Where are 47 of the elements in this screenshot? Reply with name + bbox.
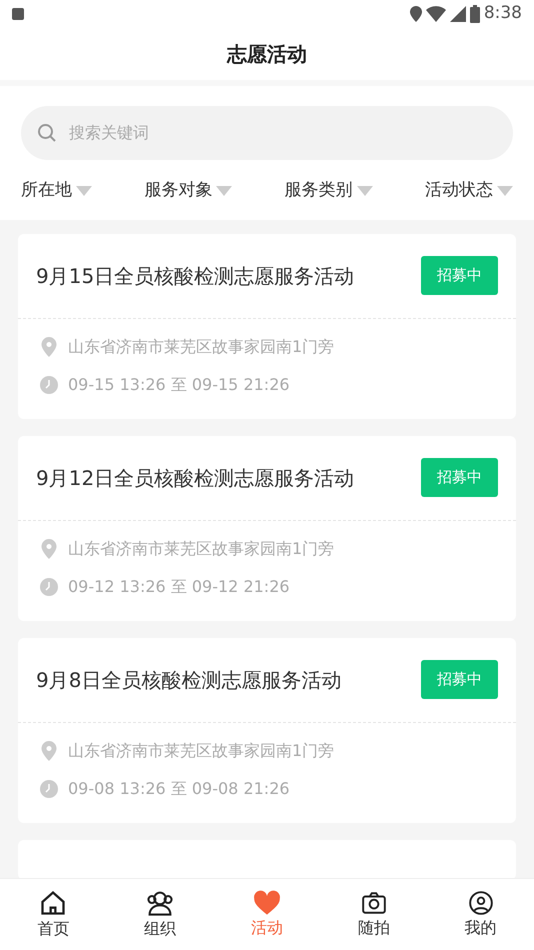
caret-icon xyxy=(496,186,513,196)
caret-icon xyxy=(356,186,373,196)
user-icon xyxy=(466,890,495,916)
heart-icon xyxy=(252,890,281,916)
clock-icon xyxy=(40,780,58,798)
nav-tab[interactable]: 首页 xyxy=(37,888,70,940)
people-icon xyxy=(145,888,176,916)
status-badge: 招募中 xyxy=(421,256,498,295)
activity-card[interactable]: 9月15日全员核酸检测志愿服务活动 招募中 山东省济南市莱芜区故事家园南1门旁 09-15 13:26 至 09-15 21:26 xyxy=(18,234,516,418)
camera-icon xyxy=(360,890,388,916)
signal-icon xyxy=(450,6,466,22)
caret-icon xyxy=(76,186,92,196)
status-badge: 招募中 xyxy=(421,458,498,497)
activity-time: 09-15 13:26 至 09-15 21:26 xyxy=(68,374,290,396)
wifi-icon xyxy=(426,6,446,22)
caret-icon xyxy=(216,186,232,196)
filter-dropdown[interactable]: 服务对象 xyxy=(144,178,232,204)
page-title: 志愿活动 xyxy=(227,41,307,68)
location-pin-icon xyxy=(40,336,58,356)
filter-dropdown[interactable]: 服务类别 xyxy=(284,178,373,204)
status-badge: 招募中 xyxy=(421,660,498,699)
location-pin-icon xyxy=(40,538,58,558)
search-field[interactable]: 搜索关键词 xyxy=(69,121,497,145)
nav-tab[interactable]: 随拍 xyxy=(358,890,390,940)
filter-dropdown[interactable]: 所在地 xyxy=(21,178,92,204)
activity-title: 9月8日全员核酸检测志愿服务活动 xyxy=(36,666,342,694)
location-pin-icon xyxy=(40,740,58,760)
clock-icon xyxy=(40,376,58,394)
status-time: 8:38 xyxy=(484,2,522,26)
battery-icon xyxy=(470,5,480,23)
nav-tab[interactable]: 我的 xyxy=(464,890,497,940)
search-icon xyxy=(37,123,57,143)
activity-card[interactable]: 9月8日全员核酸检测志愿服务活动 招募中 山东省济南市莱芜区故事家园南1门旁 09-08 13:26 至 09-08 21:26 xyxy=(18,638,516,822)
clock-icon xyxy=(40,578,58,596)
activity-location: 山东省济南市莱芜区故事家园南1门旁 xyxy=(68,538,334,560)
location-icon xyxy=(410,6,422,22)
activity-location: 山东省济南市莱芜区故事家园南1门旁 xyxy=(68,740,334,762)
nav-tab[interactable]: 组织 xyxy=(144,888,176,940)
activity-time: 09-08 13:26 至 09-08 21:26 xyxy=(68,778,290,800)
activity-card[interactable]: 9月12日全员核酸检测志愿服务活动 招募中 山东省济南市莱芜区故事家园南1门旁 09-12 13:26 至 09-12 21:26 xyxy=(18,436,516,620)
search-bar[interactable]: 搜索关键词 xyxy=(21,106,513,160)
activity-title: 9月12日全员核酸检测志愿服务活动 xyxy=(36,464,354,492)
filter-dropdown[interactable]: 活动状态 xyxy=(424,178,513,204)
activity-location: 山东省济南市莱芜区故事家园南1门旁 xyxy=(68,336,334,358)
activity-title: 9月15日全员核酸检测志愿服务活动 xyxy=(36,262,354,290)
home-icon xyxy=(39,888,68,916)
activity-time: 09-12 13:26 至 09-12 21:26 xyxy=(68,576,290,598)
